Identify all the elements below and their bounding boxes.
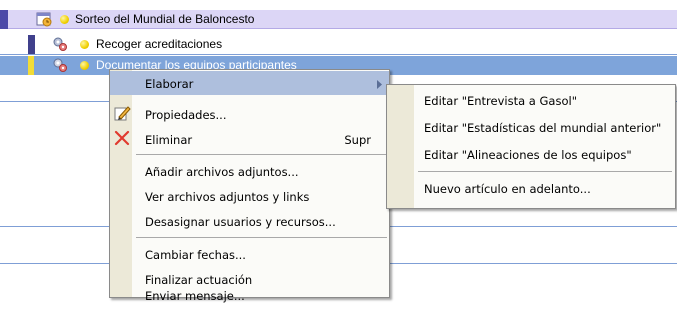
gears-icon (52, 36, 68, 52)
tree-row-recoger[interactable]: Recoger acreditaciones (0, 35, 677, 54)
submenu-item-nuevo-articulo[interactable]: Nuevo artículo en adelanto... (387, 176, 675, 200)
row-indicator (0, 10, 8, 29)
status-dot (60, 15, 69, 24)
menu-item-desasignar[interactable]: Desasignar usuarios y recursos... (110, 209, 389, 233)
submenu-item-entrevista[interactable]: Editar "Entrevista a Gasol" (387, 88, 675, 112)
calendar-project-icon (36, 11, 52, 27)
shortcut-label: Supr (344, 133, 371, 147)
status-dot (80, 61, 89, 70)
submenu-arrow-icon (377, 78, 383, 92)
menu-item-anadir-adjuntos[interactable]: Añadir archivos adjuntos... (110, 159, 389, 183)
submenu-item-alineaciones[interactable]: Editar "Alineaciones de los equipos" (387, 142, 675, 166)
gears-icon (52, 57, 68, 73)
menu-item-elaborar[interactable]: Elaborar (110, 71, 389, 95)
status-dot (80, 40, 89, 49)
tree-row-label: Sorteo del Mundial de Baloncesto (75, 12, 255, 26)
tree-row-label: Recoger acreditaciones (96, 37, 223, 51)
row-divider (0, 54, 677, 55)
menu-item-propiedades[interactable]: Propiedades... (110, 102, 389, 126)
submenu-item-estadisticas[interactable]: Editar "Estadísticas del mundial anterio… (387, 115, 675, 139)
menu-item-enviar-mensaje[interactable]: Enviar mensaje... (110, 286, 389, 303)
context-menu: Elaborar Propiedades... Eliminar Supr Añ… (109, 69, 390, 303)
menu-item-ver-adjuntos[interactable]: Ver archivos adjuntos y links (110, 184, 389, 208)
row-indicator (28, 56, 34, 75)
tree-row-sorteo[interactable]: Sorteo del Mundial de Baloncesto (0, 10, 677, 29)
menu-separator (136, 237, 387, 238)
elaborar-submenu: Editar "Entrevista a Gasol" Editar "Esta… (386, 84, 676, 209)
menu-separator (418, 171, 672, 172)
menu-item-eliminar[interactable]: Eliminar Supr (110, 127, 389, 151)
edit-icon (113, 104, 133, 124)
menu-item-cambiar-fechas[interactable]: Cambiar fechas... (110, 242, 389, 266)
menu-separator (136, 154, 387, 155)
row-indicator (28, 35, 35, 54)
delete-icon (113, 129, 133, 149)
